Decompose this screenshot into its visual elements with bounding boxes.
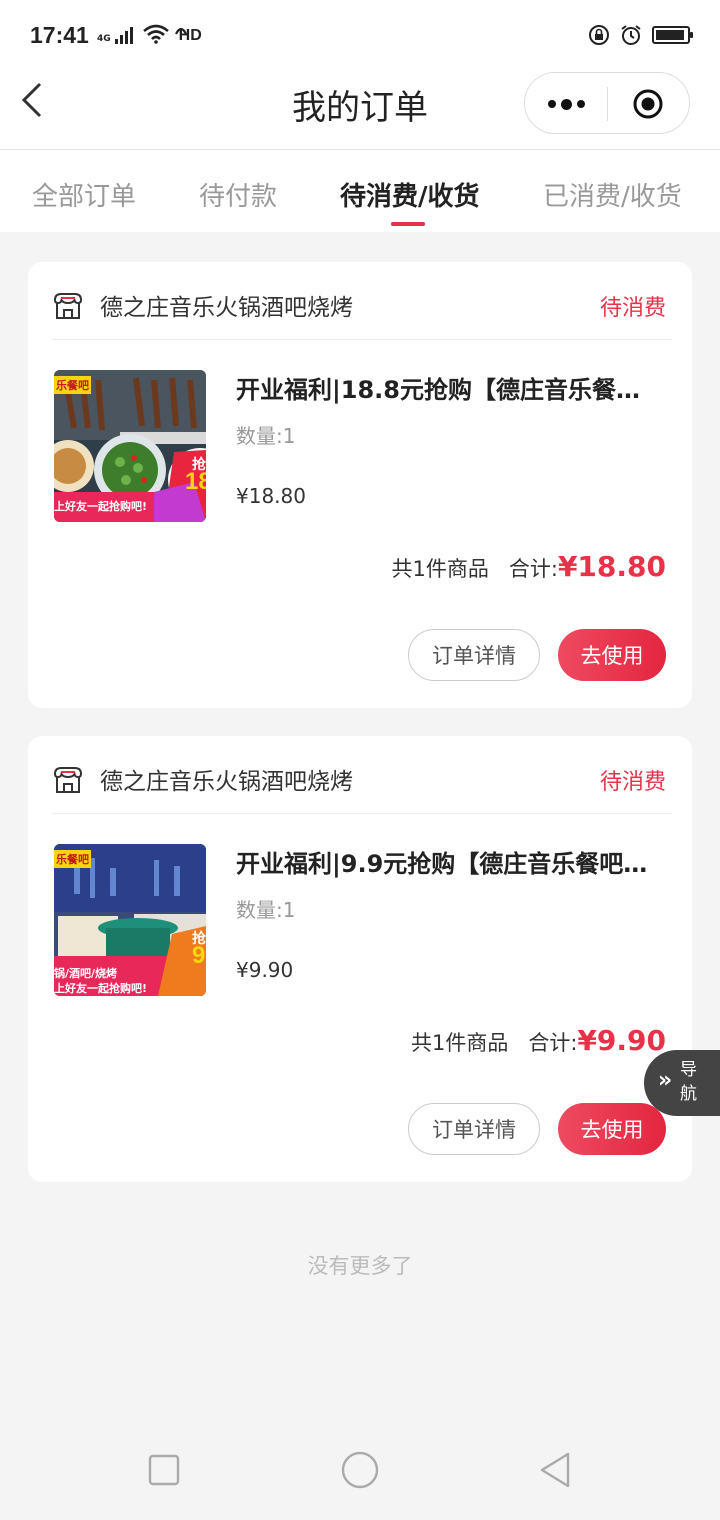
total-amount: ¥18.80 (557, 550, 666, 583)
order-detail-button[interactable]: 订单详情 (408, 1103, 540, 1155)
active-tab-indicator (391, 222, 425, 226)
tab-pending-payment[interactable]: 待付款 (199, 176, 277, 213)
shop-row[interactable]: 德之庄音乐火锅酒吧烧烤 待消费 (52, 762, 666, 802)
floating-nav-label: 导航 (680, 1060, 697, 1104)
order-status: 待消费 (599, 770, 666, 795)
double-chevron-icon: » (658, 1068, 673, 1093)
tab-consumed[interactable]: 已消费/收货 (543, 176, 682, 213)
rotation-lock-icon (589, 25, 609, 45)
thumb-tag: 乐餐吧 (54, 850, 91, 868)
triangle-back-icon[interactable] (536, 1450, 576, 1490)
thumb-banner-top: 锅/酒吧/烧烤 (54, 967, 118, 980)
signal-icon (114, 26, 133, 44)
hd-call-icon: HD (174, 24, 202, 44)
thumb-banner: 上好友一起抢购吧! (54, 500, 148, 513)
status-bar: 17:41 4G HD (0, 0, 720, 72)
network-type: 4G (97, 34, 111, 44)
order-card: 德之庄音乐火锅酒吧烧烤 待消费 乐餐吧 抢 18 上好友一起抢购吧! 开业福利|… (28, 262, 692, 708)
navigation-bar: 我的订单 (0, 72, 720, 150)
thumb-big-number: 18 (185, 468, 206, 495)
system-navigation-bar (0, 1430, 720, 1520)
product-title[interactable]: 开业福利|9.9元抢购【德庄音乐餐吧… (236, 844, 668, 879)
order-summary: 共1件商品 合计: ¥18.80 (391, 550, 666, 583)
quantity: 数量:1 (236, 898, 296, 922)
total-label: 合计: (508, 557, 558, 581)
order-card: 德之庄音乐火锅酒吧烧烤 待消费 乐餐吧 抢 9 锅/酒吧/烧烤 上好友一起抢购吧… (28, 736, 692, 1182)
quantity: 数量:1 (236, 424, 296, 448)
target-circle-icon[interactable] (607, 73, 689, 135)
tab-all-orders[interactable]: 全部订单 (32, 176, 136, 213)
tab-pending-consumption[interactable]: 待消费/收货 (340, 176, 480, 213)
shop-icon (53, 767, 83, 793)
status-time: 17:41 (30, 22, 89, 48)
thumb-big-number: 9 (192, 942, 206, 969)
battery-icon (652, 26, 693, 44)
circle-home-icon[interactable] (340, 1450, 380, 1490)
mini-program-capsule (524, 72, 690, 134)
shop-name: 德之庄音乐火锅酒吧烧烤 (100, 769, 353, 795)
product-thumbnail[interactable]: 乐餐吧 抢 9 锅/酒吧/烧烤 上好友一起抢购吧! (54, 844, 206, 996)
shop-row[interactable]: 德之庄音乐火锅酒吧烧烤 待消费 (52, 288, 666, 328)
thumb-banner: 上好友一起抢购吧! (54, 982, 148, 995)
product-title[interactable]: 开业福利|18.8元抢购【德庄音乐餐… (236, 370, 668, 405)
order-summary: 共1件商品 合计: ¥9.90 (411, 1024, 666, 1057)
shop-icon (53, 293, 83, 319)
wifi-icon (142, 24, 169, 44)
unit-price: ¥18.80 (236, 484, 306, 508)
card-divider (52, 813, 672, 814)
network-indicator: 4G HD (97, 24, 202, 44)
shop-name: 德之庄音乐火锅酒吧烧烤 (100, 295, 353, 321)
no-more-text: 没有更多了 (307, 1254, 413, 1278)
total-label: 合计: (528, 1031, 578, 1055)
status-icons-right (588, 24, 693, 46)
square-recents-icon[interactable] (144, 1450, 184, 1490)
use-button[interactable]: 去使用 (558, 1103, 666, 1155)
card-divider (52, 339, 672, 340)
more-dots-icon[interactable] (525, 73, 607, 135)
total-amount: ¥9.90 (577, 1024, 666, 1057)
order-tabs: 全部订单 待付款 待消费/收货 已消费/收货 (0, 150, 720, 232)
alarm-icon (621, 25, 641, 45)
use-button[interactable]: 去使用 (558, 629, 666, 681)
item-count: 共1件商品 (391, 557, 489, 581)
item-count: 共1件商品 (410, 1031, 509, 1055)
order-status: 待消费 (599, 296, 666, 321)
unit-price: ¥9.90 (236, 958, 294, 982)
thumb-tag: 乐餐吧 (54, 376, 91, 394)
floating-nav-button[interactable]: » 导航 (644, 1050, 720, 1116)
hd-label: HD (178, 27, 202, 44)
product-thumbnail[interactable]: 乐餐吧 抢 18 上好友一起抢购吧! (54, 370, 206, 522)
order-detail-button[interactable]: 订单详情 (408, 629, 540, 681)
